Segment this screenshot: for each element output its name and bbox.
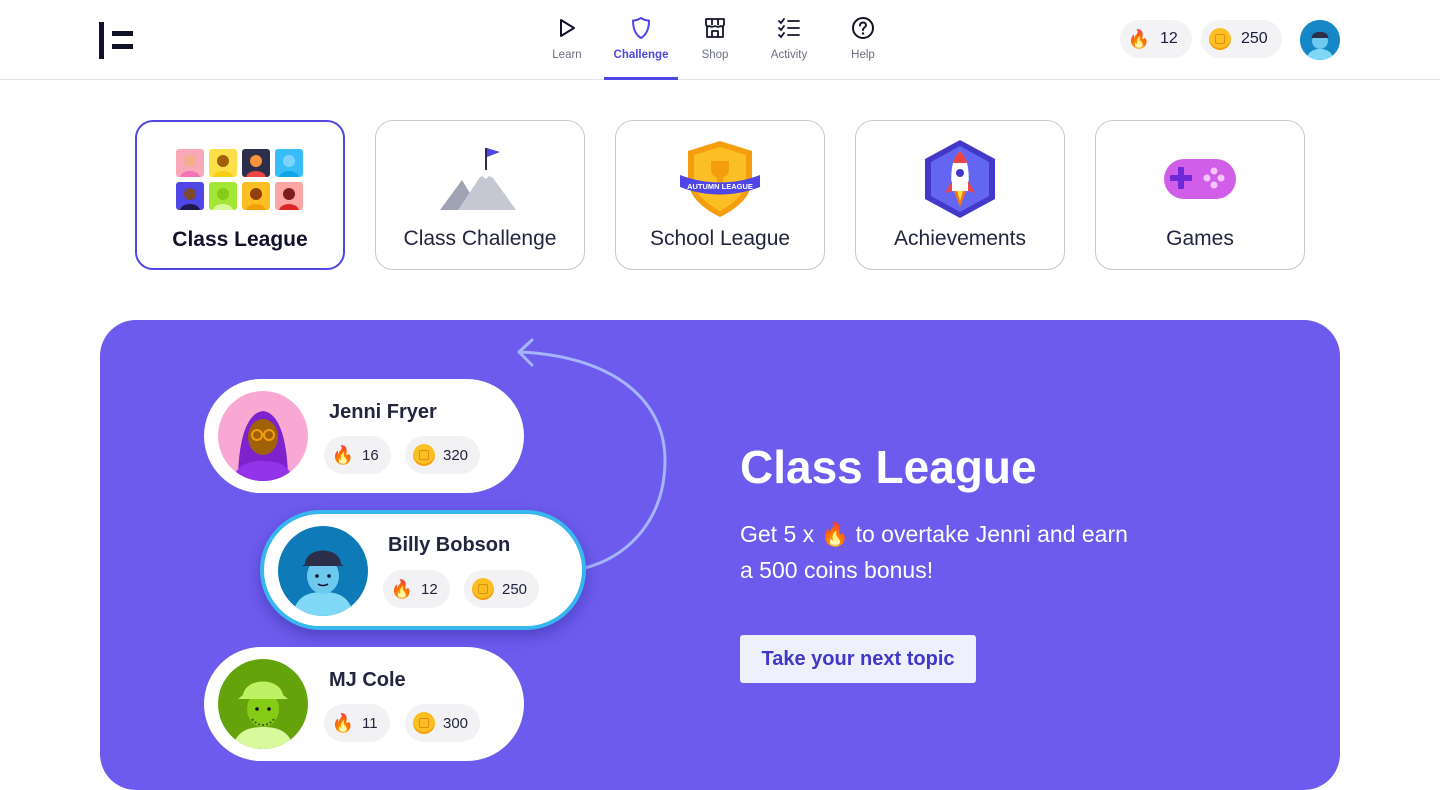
help-icon bbox=[851, 16, 875, 40]
gamepad-icon bbox=[1096, 139, 1304, 219]
player-coins: 320 bbox=[405, 436, 481, 474]
player-name: Billy Bobson bbox=[388, 534, 511, 556]
streak-count: 12 bbox=[1160, 30, 1178, 47]
leaderboard-card-current-user[interactable]: Billy Bobson 🔥 12 250 bbox=[260, 510, 586, 630]
league-badge-icon: AUTUMN LEAGUE bbox=[616, 139, 824, 219]
tile-achievements[interactable]: Achievements bbox=[855, 120, 1065, 270]
player-streak-value: 11 bbox=[362, 714, 378, 732]
player-coins-value: 320 bbox=[443, 446, 469, 464]
nav-shop-label: Shop bbox=[701, 49, 729, 61]
coin-count: 250 bbox=[1241, 30, 1268, 47]
banner-title: Class League bbox=[740, 441, 1037, 493]
flame-icon: 🔥 bbox=[331, 445, 355, 465]
mountain-flag-icon bbox=[376, 139, 584, 219]
nav-help[interactable]: Help bbox=[826, 0, 900, 80]
user-avatar[interactable] bbox=[1300, 20, 1340, 60]
top-header: Learn Challenge Shop Activity Help 🔥 12 … bbox=[0, 0, 1440, 80]
tile-achievements-label: Achievements bbox=[894, 227, 1026, 250]
shop-icon bbox=[703, 16, 727, 40]
player-name: Jenni Fryer bbox=[329, 401, 437, 423]
avatar bbox=[278, 526, 368, 616]
tile-class-league[interactable]: Class League bbox=[135, 120, 345, 270]
player-coins-value: 300 bbox=[443, 714, 469, 732]
tile-school-league[interactable]: AUTUMN LEAGUE School League bbox=[615, 120, 825, 270]
coin-icon bbox=[1209, 28, 1231, 50]
nav-challenge[interactable]: Challenge bbox=[604, 0, 678, 80]
nav-learn[interactable]: Learn bbox=[530, 0, 604, 80]
nav-challenge-label: Challenge bbox=[613, 49, 669, 61]
app-logo[interactable] bbox=[99, 22, 135, 60]
nav-help-label: Help bbox=[851, 49, 875, 61]
nav-activity[interactable]: Activity bbox=[752, 0, 826, 80]
player-name: MJ Cole bbox=[329, 669, 406, 691]
flame-icon: 🔥 bbox=[390, 579, 414, 599]
tile-class-league-label: Class League bbox=[172, 228, 308, 251]
flame-icon: 🔥 bbox=[820, 521, 850, 547]
banner-description: Get 5 x 🔥 to overtake Jenni and earn a 5… bbox=[740, 516, 1140, 588]
avatar bbox=[218, 659, 308, 749]
tile-games[interactable]: Games bbox=[1095, 120, 1305, 270]
coin-icon bbox=[413, 444, 435, 466]
leaderboard-card[interactable]: MJ Cole 🔥 11 300 bbox=[204, 647, 524, 761]
avatar bbox=[218, 391, 308, 481]
banner-text-start: Get 5 x bbox=[740, 521, 821, 547]
player-coins: 250 bbox=[464, 570, 540, 608]
nav-shop[interactable]: Shop bbox=[678, 0, 752, 80]
class-league-banner: Jenni Fryer 🔥 16 320 Billy Bobson 🔥 12 2… bbox=[100, 320, 1340, 790]
rocket-icon bbox=[856, 139, 1064, 219]
tile-games-label: Games bbox=[1166, 227, 1234, 250]
take-next-topic-button[interactable]: Take your next topic bbox=[740, 635, 976, 683]
flame-icon: 🔥 bbox=[1127, 29, 1151, 49]
streak-counter[interactable]: 🔥 12 bbox=[1120, 20, 1192, 58]
tile-class-challenge-label: Class Challenge bbox=[403, 227, 557, 250]
checklist-icon bbox=[777, 16, 801, 40]
tile-school-league-label: School League bbox=[649, 227, 791, 250]
leaderboard-card[interactable]: Jenni Fryer 🔥 16 320 bbox=[204, 379, 524, 493]
nav-activity-label: Activity bbox=[770, 49, 808, 61]
coin-icon bbox=[413, 712, 435, 734]
player-coins: 300 bbox=[405, 704, 481, 742]
player-streak: 🔥 16 bbox=[324, 436, 391, 474]
play-icon bbox=[555, 16, 579, 40]
main-nav: Learn Challenge Shop Activity Help bbox=[530, 0, 900, 80]
coin-counter[interactable]: 250 bbox=[1201, 20, 1282, 58]
tile-class-challenge[interactable]: Class Challenge bbox=[375, 120, 585, 270]
player-streak: 🔥 11 bbox=[324, 704, 390, 742]
player-streak-value: 12 bbox=[421, 580, 438, 598]
player-coins-value: 250 bbox=[502, 580, 528, 598]
shield-icon bbox=[629, 16, 653, 40]
league-badge-text: AUTUMN LEAGUE bbox=[687, 182, 753, 191]
player-streak-value: 16 bbox=[362, 446, 379, 464]
flame-icon: 🔥 bbox=[331, 713, 355, 733]
player-streak: 🔥 12 bbox=[383, 570, 450, 608]
avatars-grid-icon bbox=[137, 140, 343, 220]
coin-icon bbox=[472, 578, 494, 600]
nav-learn-label: Learn bbox=[552, 49, 582, 61]
